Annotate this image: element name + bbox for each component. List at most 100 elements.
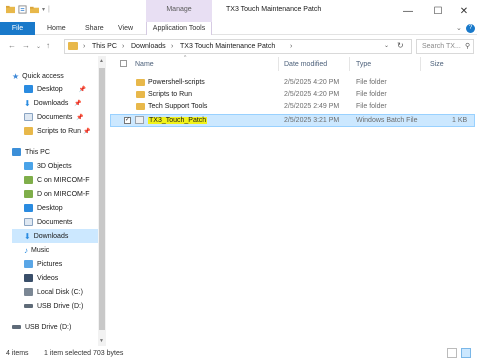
nav-item-local-disk-c[interactable]: Local Disk (C:): [24, 285, 83, 299]
usb-drive-icon: [12, 325, 21, 329]
qat-chevron-icon[interactable]: ▾: [42, 6, 45, 13]
network-drive-icon: [24, 176, 33, 184]
nav-item-label: Downloads: [33, 232, 69, 240]
network-drive-icon: [24, 190, 33, 198]
ribbon-tab-bar: [0, 22, 477, 35]
cube-icon: [24, 162, 33, 170]
nav-item-downloads-pinned[interactable]: ⬇ Downloads 📌: [24, 96, 82, 110]
column-header-date-modified[interactable]: Date modified: [284, 61, 327, 68]
breadcrumb-separator: ›: [122, 43, 125, 50]
nav-item-c-on-mircom[interactable]: C on MIRCOM-F: [24, 173, 90, 187]
breadcrumb-separator: ›: [290, 43, 293, 50]
pin-icon: 📌: [82, 128, 91, 135]
maximize-button[interactable]: ☐: [424, 2, 452, 20]
refresh-icon[interactable]: ↻: [397, 41, 404, 50]
nav-item-quick-access[interactable]: ★ Quick access: [12, 69, 64, 83]
recent-locations-chevron-icon[interactable]: ⌄: [36, 43, 41, 50]
nav-item-scripts-to-run-pinned[interactable]: Scripts to Run 📌: [24, 124, 90, 138]
column-header-name[interactable]: Name: [135, 61, 154, 68]
column-divider[interactable]: [349, 57, 350, 71]
nav-item-label: Scripts to Run: [37, 127, 81, 135]
column-header-size[interactable]: Size: [430, 61, 444, 68]
tab-share[interactable]: Share: [85, 25, 104, 32]
back-arrow-icon[interactable]: ←: [8, 41, 16, 50]
ribbon-expand-chevron-icon[interactable]: ⌄: [456, 24, 462, 32]
properties-icon[interactable]: [18, 5, 27, 14]
documents-icon: [24, 218, 33, 226]
nav-item-downloads-selected[interactable]: ⬇ Downloads: [12, 229, 98, 243]
minimize-button[interactable]: —: [394, 2, 422, 20]
nav-item-d-on-mircom[interactable]: D on MIRCOM-F: [24, 187, 90, 201]
nav-item-documents-pinned[interactable]: Documents 📌: [24, 110, 84, 124]
row-checkbox-checked[interactable]: ✓: [124, 117, 131, 124]
close-button[interactable]: ✕: [450, 2, 477, 20]
file-name[interactable]: Tech Support Tools: [148, 103, 207, 110]
nav-item-label: Quick access: [22, 72, 64, 80]
file-date: 2/5/2025 3:21 PM: [284, 117, 340, 124]
file-date: 2/5/2025 2:49 PM: [284, 103, 340, 110]
download-icon: ⬇: [24, 98, 31, 108]
help-icon[interactable]: ?: [466, 24, 475, 33]
nav-item-documents[interactable]: Documents: [24, 215, 72, 229]
status-item-count: 4 items: [6, 350, 29, 357]
nav-item-label: Downloads: [33, 99, 69, 107]
select-all-checkbox[interactable]: [120, 60, 127, 67]
nav-item-label: Pictures: [37, 260, 63, 268]
file-name[interactable]: TX3_Touch_Patch: [148, 117, 208, 124]
nav-item-label: D on MIRCOM-F: [37, 190, 90, 198]
nav-item-pictures[interactable]: Pictures: [24, 257, 62, 271]
breadcrumb-this-pc[interactable]: This PC: [92, 43, 117, 50]
nav-item-label: This PC: [25, 148, 50, 156]
breadcrumb-current-folder[interactable]: TX3 Touch Maintenance Patch: [180, 43, 275, 50]
videos-icon: [24, 274, 33, 282]
tab-file[interactable]: File: [0, 22, 35, 35]
tab-home[interactable]: Home: [47, 25, 66, 32]
file-type: Windows Batch File: [356, 117, 418, 124]
details-view-icon[interactable]: [447, 348, 457, 358]
download-icon: ⬇: [24, 231, 31, 241]
nav-item-usb-drive-d-root[interactable]: USB Drive (D:): [12, 320, 71, 334]
file-name[interactable]: Scripts to Run: [148, 91, 192, 98]
desktop-icon: [24, 204, 33, 212]
file-type: File folder: [356, 91, 387, 98]
breadcrumb-separator: ›: [171, 43, 174, 50]
scroll-down-arrow-icon[interactable]: ▼: [99, 338, 104, 344]
column-header-type[interactable]: Type: [356, 61, 371, 68]
large-icons-view-icon[interactable]: [461, 348, 471, 358]
folder-icon: [136, 103, 145, 110]
forward-arrow-icon[interactable]: →: [22, 41, 30, 50]
scroll-up-arrow-icon[interactable]: ▲: [99, 58, 104, 64]
nav-scrollbar-thumb[interactable]: [99, 68, 105, 330]
status-selection: 1 item selected 703 bytes: [44, 350, 124, 357]
search-icon[interactable]: ⚲: [465, 42, 470, 50]
computer-icon: [12, 148, 21, 156]
nav-item-label: Music: [31, 246, 50, 254]
file-type: File folder: [356, 79, 387, 86]
manage-tab-label[interactable]: Manage: [146, 6, 212, 13]
nav-item-videos[interactable]: Videos: [24, 271, 58, 285]
nav-item-label: Videos: [37, 274, 59, 282]
nav-item-music[interactable]: ♪ Music: [24, 243, 49, 257]
nav-item-usb-drive-d[interactable]: USB Drive (D:): [24, 299, 83, 313]
address-folder-icon: [68, 42, 78, 50]
pin-icon: 📌: [76, 114, 84, 121]
quick-access-toolbar: ▾ |: [6, 5, 50, 14]
drive-icon: [24, 288, 33, 296]
nav-item-3d-objects[interactable]: 3D Objects: [24, 159, 72, 173]
column-divider[interactable]: [420, 57, 421, 71]
nav-item-this-pc[interactable]: This PC: [12, 145, 50, 159]
address-dropdown-icon[interactable]: ⌄: [384, 42, 389, 49]
nav-item-label: C on MIRCOM-F: [37, 176, 90, 184]
up-arrow-icon[interactable]: ↑: [46, 41, 50, 50]
file-date: 2/5/2025 4:20 PM: [284, 79, 340, 86]
breadcrumb-downloads[interactable]: Downloads: [131, 43, 166, 50]
nav-item-desktop[interactable]: Desktop: [24, 201, 63, 215]
tab-application-tools[interactable]: Application Tools: [146, 22, 212, 35]
tab-view[interactable]: View: [118, 25, 133, 32]
folder-icon: [136, 79, 145, 86]
nav-item-desktop-pinned[interactable]: Desktop 📌: [24, 82, 86, 96]
new-folder-icon[interactable]: [30, 5, 39, 14]
nav-item-label: Desktop: [37, 85, 63, 93]
column-divider[interactable]: [278, 57, 279, 71]
file-name[interactable]: Powershell-scripts: [148, 79, 205, 86]
